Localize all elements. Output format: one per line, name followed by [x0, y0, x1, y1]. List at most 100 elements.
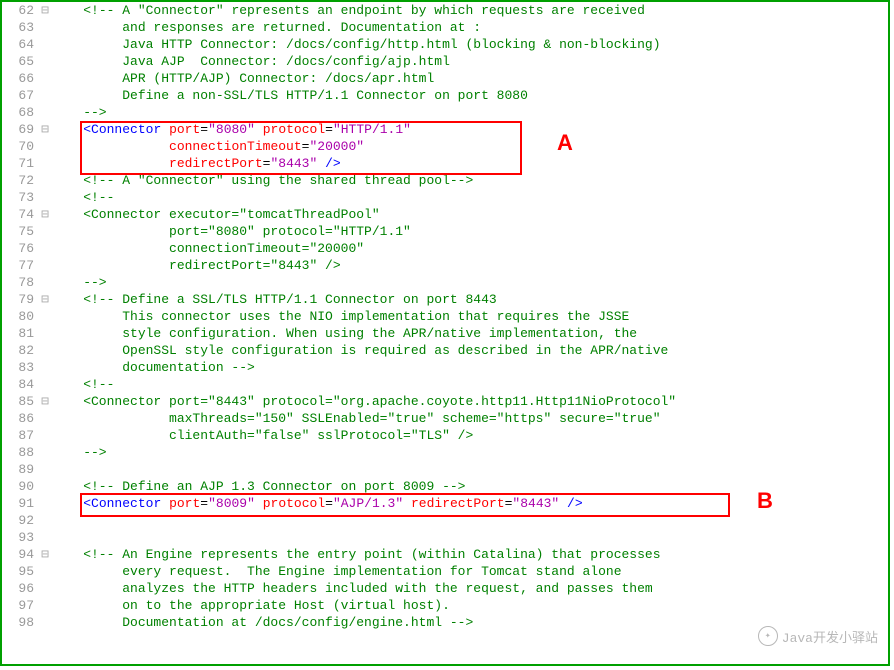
- code-line: 90 <!-- Define an AJP 1.3 Connector on p…: [2, 478, 888, 495]
- line-number: 86: [2, 410, 38, 427]
- code-text: APR (HTTP/AJP) Connector: /docs/apr.html: [52, 70, 888, 87]
- line-number: 78: [2, 274, 38, 291]
- fold-icon: [38, 104, 52, 121]
- code-area: 62⊟ <!-- A "Connector" represents an end…: [2, 2, 888, 631]
- line-number: 63: [2, 19, 38, 36]
- line-number: 64: [2, 36, 38, 53]
- code-text: <Connector port="8443" protocol="org.apa…: [52, 393, 888, 410]
- code-line: 62⊟ <!-- A "Connector" represents an end…: [2, 2, 888, 19]
- line-number: 76: [2, 240, 38, 257]
- code-text: every request. The Engine implementation…: [52, 563, 888, 580]
- fold-icon[interactable]: ⊟: [38, 206, 52, 223]
- code-text: <!--: [52, 376, 888, 393]
- code-line: 64 Java HTTP Connector: /docs/config/htt…: [2, 36, 888, 53]
- annotation-label-b: B: [757, 488, 773, 514]
- line-number: 89: [2, 461, 38, 478]
- code-line: 77 redirectPort="8443" />: [2, 257, 888, 274]
- fold-icon: [38, 580, 52, 597]
- code-line: 98 Documentation at /docs/config/engine.…: [2, 614, 888, 631]
- fold-icon: [38, 410, 52, 427]
- watermark-text: Java开发小驿站: [782, 627, 878, 646]
- code-text: Java AJP Connector: /docs/config/ajp.htm…: [52, 53, 888, 70]
- code-text: -->: [52, 274, 888, 291]
- code-text: port="8080" protocol="HTTP/1.1": [52, 223, 888, 240]
- code-line: 79⊟ <!-- Define a SSL/TLS HTTP/1.1 Conne…: [2, 291, 888, 308]
- line-number: 65: [2, 53, 38, 70]
- fold-icon: [38, 274, 52, 291]
- code-text: -->: [52, 444, 888, 461]
- fold-icon[interactable]: ⊟: [38, 2, 52, 19]
- code-line: 71 redirectPort="8443" />: [2, 155, 888, 172]
- code-text: and responses are returned. Documentatio…: [52, 19, 888, 36]
- code-line: 75 port="8080" protocol="HTTP/1.1": [2, 223, 888, 240]
- line-number: 68: [2, 104, 38, 121]
- fold-icon[interactable]: ⊟: [38, 546, 52, 563]
- fold-icon: [38, 495, 52, 512]
- code-line: 82 OpenSSL style configuration is requir…: [2, 342, 888, 359]
- code-text: connectionTimeout="20000": [52, 138, 888, 155]
- code-text: connectionTimeout="20000": [52, 240, 888, 257]
- code-text: on to the appropriate Host (virtual host…: [52, 597, 888, 614]
- fold-icon: [38, 240, 52, 257]
- code-line: 93: [2, 529, 888, 546]
- line-number: 91: [2, 495, 38, 512]
- line-number: 83: [2, 359, 38, 376]
- code-line: 69⊟ <Connector port="8080" protocol="HTT…: [2, 121, 888, 138]
- watermark: ✦ Java开发小驿站: [758, 626, 878, 646]
- fold-icon: [38, 614, 52, 631]
- code-line: 91 <Connector port="8009" protocol="AJP/…: [2, 495, 888, 512]
- line-number: 85: [2, 393, 38, 410]
- line-number: 81: [2, 325, 38, 342]
- line-number: 94: [2, 546, 38, 563]
- code-line: 70 connectionTimeout="20000": [2, 138, 888, 155]
- fold-icon: [38, 325, 52, 342]
- fold-icon[interactable]: ⊟: [38, 393, 52, 410]
- code-line: 76 connectionTimeout="20000": [2, 240, 888, 257]
- line-number: 79: [2, 291, 38, 308]
- code-line: 81 style configuration. When using the A…: [2, 325, 888, 342]
- line-number: 84: [2, 376, 38, 393]
- fold-icon: [38, 597, 52, 614]
- line-number: 77: [2, 257, 38, 274]
- line-number: 82: [2, 342, 38, 359]
- fold-icon: [38, 308, 52, 325]
- fold-icon: [38, 376, 52, 393]
- line-number: 97: [2, 597, 38, 614]
- code-line: 68 -->: [2, 104, 888, 121]
- code-text: Define a non-SSL/TLS HTTP/1.1 Connector …: [52, 87, 888, 104]
- annotation-label-a: A: [557, 130, 573, 156]
- code-text: <!-- An Engine represents the entry poin…: [52, 546, 888, 563]
- line-number: 74: [2, 206, 38, 223]
- code-line: 95 every request. The Engine implementat…: [2, 563, 888, 580]
- code-text: Java HTTP Connector: /docs/config/http.h…: [52, 36, 888, 53]
- code-line: 65 Java AJP Connector: /docs/config/ajp.…: [2, 53, 888, 70]
- code-line: 73 <!--: [2, 189, 888, 206]
- code-line: 97 on to the appropriate Host (virtual h…: [2, 597, 888, 614]
- code-text: [52, 461, 888, 478]
- code-line: 89: [2, 461, 888, 478]
- editor-viewport: 62⊟ <!-- A "Connector" represents an end…: [0, 0, 890, 666]
- code-text: documentation -->: [52, 359, 888, 376]
- fold-icon: [38, 87, 52, 104]
- line-number: 93: [2, 529, 38, 546]
- line-number: 90: [2, 478, 38, 495]
- fold-icon: [38, 444, 52, 461]
- code-line: 94⊟ <!-- An Engine represents the entry …: [2, 546, 888, 563]
- fold-icon: [38, 172, 52, 189]
- code-line: 88 -->: [2, 444, 888, 461]
- code-text: clientAuth="false" sslProtocol="TLS" />: [52, 427, 888, 444]
- line-number: 98: [2, 614, 38, 631]
- fold-icon: [38, 257, 52, 274]
- fold-icon[interactable]: ⊟: [38, 121, 52, 138]
- code-text: [52, 512, 888, 529]
- code-text: redirectPort="8443" />: [52, 257, 888, 274]
- fold-icon: [38, 512, 52, 529]
- code-text: <!-- Define a SSL/TLS HTTP/1.1 Connector…: [52, 291, 888, 308]
- fold-icon: [38, 155, 52, 172]
- code-line: 67 Define a non-SSL/TLS HTTP/1.1 Connect…: [2, 87, 888, 104]
- code-text: -->: [52, 104, 888, 121]
- fold-icon: [38, 19, 52, 36]
- line-number: 69: [2, 121, 38, 138]
- code-line: 63 and responses are returned. Documenta…: [2, 19, 888, 36]
- fold-icon[interactable]: ⊟: [38, 291, 52, 308]
